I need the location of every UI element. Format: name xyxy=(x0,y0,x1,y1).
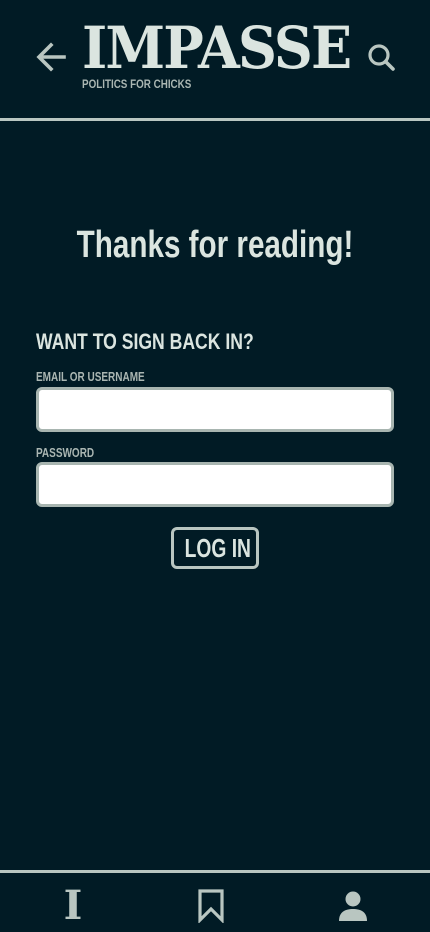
search-button[interactable] xyxy=(366,42,396,72)
nav-home[interactable]: I xyxy=(51,885,95,927)
password-field[interactable] xyxy=(36,462,394,507)
search-icon xyxy=(368,44,395,71)
impasse-logo-icon: I xyxy=(63,882,83,929)
account-icon xyxy=(339,891,367,921)
site-logo[interactable]: IMPASSE POLITICS FOR CHICKS xyxy=(82,14,352,91)
signin-heading: WANT TO SIGN BACK IN? xyxy=(36,329,254,354)
arrow-left-icon xyxy=(36,42,66,72)
login-button-label: LOG IN xyxy=(184,533,251,563)
header-divider xyxy=(0,118,430,121)
page-title: Thanks for reading! xyxy=(76,224,354,266)
nav-bookmarks[interactable] xyxy=(189,885,233,927)
email-label: EMAIL OR USERNAME xyxy=(36,370,145,384)
back-button[interactable] xyxy=(34,40,68,74)
top-header: IMPASSE POLITICS FOR CHICKS xyxy=(0,0,430,119)
password-label: PASSWORD xyxy=(36,446,95,460)
logo-wordmark: IMPASSE xyxy=(82,14,352,82)
login-button[interactable]: LOG IN xyxy=(171,527,259,569)
logo-tagline: POLITICS FOR CHICKS xyxy=(82,77,192,91)
bookmark-icon xyxy=(198,889,224,923)
bottom-nav-divider xyxy=(0,870,430,873)
email-field[interactable] xyxy=(36,387,394,432)
nav-account[interactable] xyxy=(331,885,375,927)
